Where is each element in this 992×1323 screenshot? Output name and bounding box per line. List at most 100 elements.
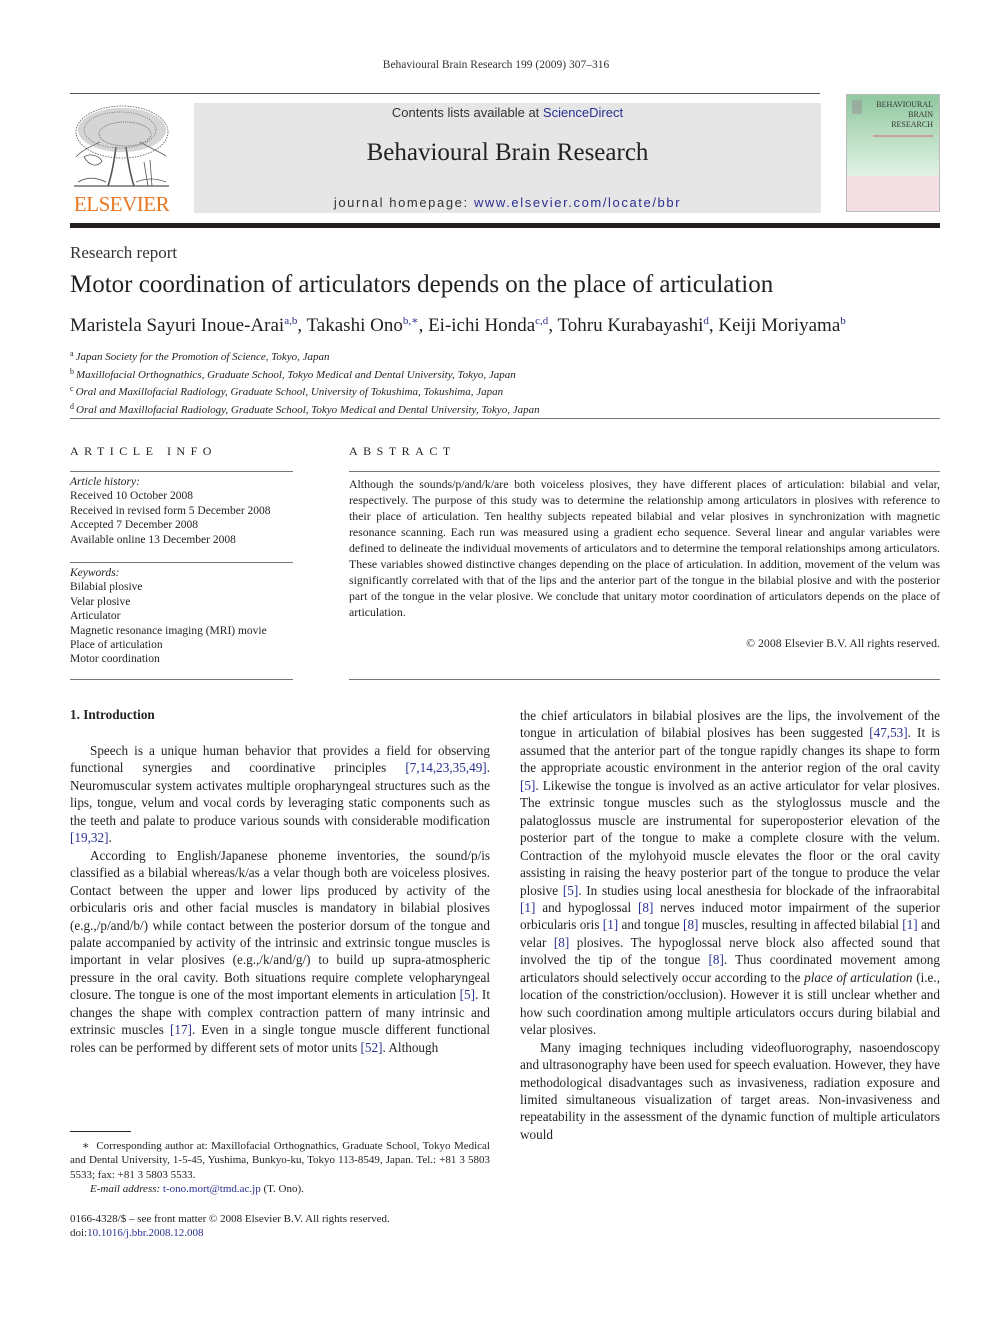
article-type: Research report [70, 243, 178, 262]
divider [70, 562, 293, 563]
homepage-line: journal homepage: www.elsevier.com/locat… [194, 195, 821, 210]
keyword-item: Magnetic resonance imaging (MRI) movie [70, 624, 267, 637]
author-name: Maristela Sayuri Inoue-Arai [70, 315, 285, 336]
citation-link[interactable]: [1] [603, 917, 618, 932]
footnote-marker: ∗ [82, 1140, 90, 1152]
citation-link[interactable]: [8] [554, 935, 569, 950]
article-history: Article history: Received 10 October 200… [70, 475, 293, 547]
affiliation-link[interactable]: a,b [284, 315, 297, 327]
journal-name: Behavioural Brain Research [366, 139, 649, 166]
footnote-rule [70, 1131, 131, 1132]
homepage-prefix: journal homepage: [333, 195, 474, 210]
affiliation-key: a [70, 349, 74, 358]
body-text: . In studies using local anesthesia for … [578, 882, 940, 898]
doi-prefix: doi: [70, 1227, 88, 1240]
publisher-logo-text: ELSEVIER [73, 192, 170, 216]
body-paragraph: Speech is a unique human behavior that p… [70, 742, 490, 847]
italic-term: place of articulation [804, 969, 913, 985]
divider [70, 471, 293, 472]
cover-publisher-icon [852, 100, 862, 114]
history-label: Article history: [70, 476, 140, 488]
doi-link[interactable]: 10.1016/j.bbr.2008.12.008 [87, 1227, 203, 1239]
contents-prefix: Contents lists available at [391, 105, 543, 120]
citation-link[interactable]: [47,53] [869, 725, 907, 740]
affiliation-text: Oral and Maxillofacial Radiology, Gradua… [75, 386, 504, 398]
affiliation-text: Maxillofacial Orthognathics, Graduate Sc… [76, 368, 516, 381]
citation-link[interactable]: [8] [683, 917, 698, 932]
header-divider [70, 93, 820, 94]
citation-link[interactable]: [52] [361, 1040, 383, 1055]
affiliation-key: b [70, 366, 74, 376]
citation-link[interactable]: [1] [902, 917, 917, 932]
affiliation-link[interactable]: b,∗ [403, 315, 419, 327]
body-paragraph: the chief articulators in bilabial plosi… [520, 707, 940, 1039]
author-name: Keiji Moriyama [718, 315, 841, 336]
affiliation-text: Japan Society for the Promotion of Scien… [75, 351, 330, 363]
affiliation-link[interactable]: b [840, 315, 846, 327]
footnote-text: Corresponding author at: Maxillofacial O… [70, 1140, 490, 1181]
citation-link[interactable]: [19,32] [70, 830, 108, 845]
body-text: and tongue [618, 917, 684, 933]
sciencedirect-link[interactable]: ScienceDirect [543, 105, 623, 120]
cover-title: BEHAVIOURAL BRAIN RESEARCH [876, 100, 933, 130]
keyword-item: Bilabial plosive [70, 581, 143, 594]
cover-title-line: BEHAVIOURAL [876, 100, 933, 109]
email-suffix: (T. Ono). [260, 1183, 304, 1196]
header-thick-rule [70, 223, 940, 228]
divider [70, 418, 940, 419]
corresponding-author-footnote: ∗ Corresponding author at: Maxillofacial… [70, 1139, 490, 1197]
divider [70, 679, 293, 680]
contents-line: Contents lists available at ScienceDirec… [194, 105, 821, 120]
citation-link[interactable]: [8] [708, 952, 723, 967]
cover-title-line: RESEARCH [891, 120, 933, 129]
citation-link[interactable]: [8] [638, 900, 653, 915]
keyword-item: Articulator [70, 610, 121, 623]
citation-link[interactable]: [5] [520, 778, 535, 793]
history-item: Received 10 October 2008 [70, 490, 193, 503]
journal-banner: Contents lists available at ScienceDirec… [194, 103, 821, 213]
abstract-text: Although the sounds/p/and/k/are both voi… [349, 477, 940, 619]
body-text: Many imaging techniques including videof… [520, 1039, 940, 1142]
body-text: muscles, resulting in affected bilabial [698, 917, 903, 933]
history-item: Received in revised form 5 December 2008 [70, 504, 271, 517]
keyword-item: Place of articulation [70, 639, 163, 652]
elsevier-tree-icon [74, 105, 169, 187]
history-item: Available online 13 December 2008 [70, 533, 236, 546]
running-head: Behavioural Brain Research 199 (2009) 30… [382, 59, 610, 71]
section-heading-introduction: 1. Introduction [70, 707, 155, 722]
publisher-logo[interactable]: ELSEVIER [70, 102, 173, 216]
body-text: . Likewise the tongue is involved as an … [520, 777, 940, 898]
affiliation-list: a Japan Society for the Promotion of Scie… [70, 347, 540, 417]
body-text: According to English/Japanese phoneme in… [70, 847, 490, 1003]
affiliation-link[interactable]: c,d [535, 315, 548, 327]
body-column-left: Speech is a unique human behavior that p… [70, 742, 490, 1056]
affiliation-item: d Oral and Maxillofacial Radiology, Gradu… [70, 400, 540, 418]
body-text: . [108, 830, 112, 846]
body-paragraph: According to English/Japanese phoneme in… [70, 847, 490, 1056]
history-item: Accepted 7 December 2008 [70, 519, 199, 532]
citation-link[interactable]: [5] [563, 883, 578, 898]
citation-link[interactable]: [5] [460, 987, 475, 1002]
email-link[interactable]: t-ono.mort@tmd.ac.jp [163, 1183, 261, 1195]
author-name: Takashi Ono [306, 315, 403, 336]
article-title: Motor coordination of articulators depen… [70, 271, 774, 298]
email-line: E-mail address: t-ono.mort@tmd.ac.jp (T.… [70, 1182, 490, 1196]
citation-link[interactable]: [1] [520, 900, 535, 915]
body-text: and hypoglossal [535, 899, 638, 915]
journal-cover-thumbnail[interactable]: BEHAVIOURAL BRAIN RESEARCH [846, 94, 940, 212]
author-name: Ei-ichi Honda [428, 315, 536, 336]
article-info-heading: ARTICLE INFO [70, 444, 217, 458]
journal-homepage-link[interactable]: www.elsevier.com/locate/bbr [474, 195, 681, 210]
affiliation-text: Oral and Maxillofacial Radiology, Gradua… [76, 403, 540, 416]
email-label: E-mail address: [90, 1183, 161, 1196]
abstract-copyright: © 2008 Elsevier B.V. All rights reserved… [746, 636, 940, 650]
author-name: Tohru Kurabayashi [557, 315, 704, 336]
keyword-item: Motor coordination [70, 653, 160, 666]
citation-link[interactable]: [7,14,23,35,49] [405, 760, 486, 775]
affiliation-link[interactable]: d [703, 315, 709, 327]
citation-link[interactable]: [17] [170, 1022, 192, 1037]
cover-title-line: BRAIN [908, 110, 933, 119]
issn-line: 0166-4328/$ – see front matter © 2008 El… [70, 1213, 390, 1225]
body-column-right: the chief articulators in bilabial plosi… [520, 707, 940, 1143]
affiliation-key: c [70, 384, 74, 393]
